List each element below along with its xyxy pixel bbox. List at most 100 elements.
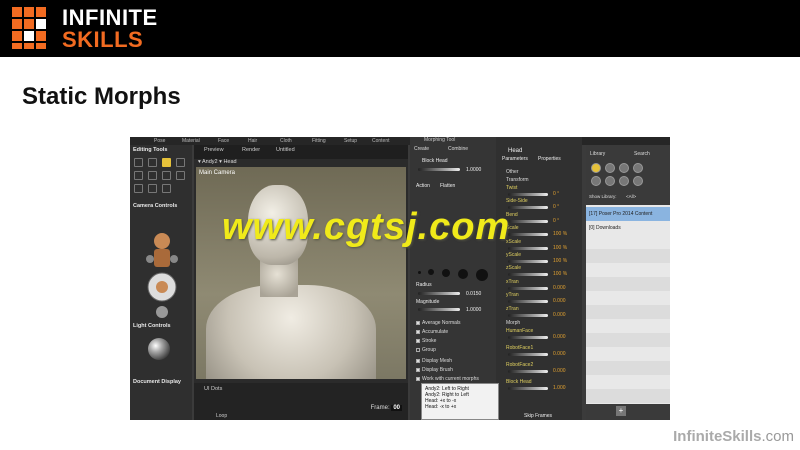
parameter-dial[interactable] [508, 260, 548, 263]
tab-hair[interactable]: Hair [248, 138, 257, 144]
parameter-value[interactable]: 0.000 [553, 298, 566, 304]
stroke-checkbox[interactable]: Stroke [416, 338, 436, 344]
twist-tool-icon[interactable] [148, 158, 157, 167]
add-icon[interactable]: + [616, 406, 626, 416]
parameter-value[interactable]: 100 % [553, 258, 567, 264]
group-morph[interactable]: Morph [506, 320, 520, 326]
tab-preview[interactable]: Preview [204, 147, 224, 153]
hands-category-icon[interactable] [591, 176, 601, 186]
radius-dial[interactable] [418, 292, 460, 295]
library-row[interactable]: [17] Poser Pro 2014 Content [586, 207, 670, 221]
parameter-dial[interactable] [508, 336, 548, 339]
accumulate-checkbox[interactable]: Accumulate [416, 329, 448, 335]
light-sphere-icon[interactable] [148, 338, 170, 360]
parameter-dial[interactable] [508, 273, 548, 277]
parameter-dial[interactable] [508, 219, 548, 223]
grouping-tool-icon[interactable] [176, 171, 185, 180]
tab-render[interactable]: Render [242, 147, 260, 153]
brush-size-4[interactable] [458, 269, 468, 279]
tab-pose[interactable]: Pose [154, 138, 165, 144]
show-library-select[interactable]: <All> [626, 194, 636, 199]
group-checkbox[interactable]: Group [416, 347, 436, 353]
tab-content[interactable]: Content [372, 138, 390, 144]
document-toolbar: Preview Render Untitled [194, 145, 408, 159]
frame-value[interactable]: 00 [391, 405, 402, 411]
tab-setup[interactable]: Setup [344, 138, 357, 144]
taper-tool-icon[interactable] [134, 171, 143, 180]
group-other[interactable]: Other [506, 169, 519, 175]
cameras-category-icon[interactable] [633, 176, 643, 186]
group-transform[interactable]: Transform [506, 177, 529, 183]
parameter-value[interactable]: 0.000 [553, 334, 566, 340]
chain-break-tool-icon[interactable] [148, 171, 157, 180]
parameter-dial[interactable] [508, 300, 548, 304]
parameter-value[interactable]: 100 % [553, 231, 567, 237]
hair-category-icon[interactable] [633, 163, 643, 173]
skip-frames-label[interactable]: Skip Frames [524, 413, 552, 419]
figures-category-icon[interactable] [591, 163, 601, 173]
brush-size-5[interactable] [476, 269, 488, 281]
3d-viewport[interactable]: Main Camera [196, 167, 406, 379]
parameter-value[interactable]: 100 % [553, 245, 567, 251]
morph-target-dial[interactable] [418, 168, 460, 171]
translate-tool-icon[interactable] [162, 158, 171, 167]
tab-fitting[interactable]: Fitting [312, 138, 326, 144]
parameter-value[interactable]: 0.000 [553, 351, 566, 357]
parameter-value[interactable]: 0.000 [553, 368, 566, 374]
tab-library[interactable]: Library [590, 151, 605, 157]
parameter-value[interactable]: 1.000 [553, 385, 566, 391]
average-normals-checkbox[interactable]: Average Normals [416, 320, 461, 326]
poses-category-icon[interactable] [605, 163, 615, 173]
parameter-dial[interactable] [508, 206, 548, 210]
parameter-value[interactable]: 0.000 [553, 285, 566, 291]
props-category-icon[interactable] [605, 176, 615, 186]
work-with-current-morphs-checkbox[interactable]: Work with current morphs [416, 376, 479, 382]
parameter-value[interactable]: 0 ° [553, 191, 559, 197]
radius-value[interactable]: 0.0150 [466, 291, 481, 297]
brush-size-1[interactable] [418, 271, 421, 274]
direct-manipulation-icon[interactable] [162, 184, 171, 193]
header-bar: INFINITE SKILLS [0, 0, 800, 57]
tab-material[interactable]: Material [182, 138, 200, 144]
parameter-dial[interactable] [508, 286, 548, 290]
brush-size-3[interactable] [442, 269, 450, 277]
parameter-dial[interactable] [508, 233, 548, 237]
parameter-value[interactable]: 0 ° [553, 218, 559, 224]
library-row[interactable]: [0] Downloads [586, 221, 670, 235]
document-window: Preview Render Untitled ▾ Andy2 ▾ Head M… [194, 145, 408, 420]
parameter-value[interactable]: 100 % [553, 271, 567, 277]
magnitude-value[interactable]: 1.0000 [466, 307, 481, 313]
expressions-category-icon[interactable] [619, 163, 629, 173]
camera-controls-widget[interactable] [142, 227, 182, 322]
morph-target-value[interactable]: 1.0000 [466, 167, 481, 173]
menu-item-head-minus-to-plus[interactable]: Head: -x to +x [425, 404, 495, 410]
parameter-value[interactable]: 0.000 [553, 312, 566, 318]
tab-create[interactable]: Create [414, 146, 429, 152]
magnitude-dial[interactable] [418, 308, 460, 311]
lights-category-icon[interactable] [619, 176, 629, 186]
scale-tool-icon[interactable] [176, 158, 185, 167]
parameter-dial[interactable] [508, 370, 548, 373]
parameter-dial[interactable] [508, 313, 548, 317]
tab-search[interactable]: Search [634, 151, 650, 157]
parameter-value[interactable]: 0 ° [553, 204, 559, 210]
color-tool-icon[interactable] [162, 171, 171, 180]
view-magnifier-icon[interactable] [134, 184, 143, 193]
tab-face[interactable]: Face [218, 138, 229, 144]
parameter-dial[interactable] [508, 387, 548, 390]
parameter-dial[interactable] [508, 353, 548, 356]
display-mesh-checkbox[interactable]: Display Mesh [416, 358, 452, 364]
morph-brush-icon[interactable] [148, 184, 157, 193]
tab-properties[interactable]: Properties [538, 156, 561, 162]
display-brush-checkbox[interactable]: Display Brush [416, 367, 453, 373]
action-value[interactable]: Flatten [440, 183, 455, 189]
figure-selector[interactable]: ▾ Andy2 ▾ Head [198, 159, 237, 165]
tab-parameters[interactable]: Parameters [502, 156, 528, 162]
tab-cloth[interactable]: Cloth [280, 138, 292, 144]
parameter-dial[interactable] [508, 246, 548, 250]
parameter-dial[interactable] [508, 193, 548, 196]
loop-label[interactable]: Loop [216, 413, 227, 419]
rotate-tool-icon[interactable] [134, 158, 143, 167]
brush-size-2[interactable] [428, 269, 434, 275]
tab-combine[interactable]: Combine [448, 146, 468, 152]
